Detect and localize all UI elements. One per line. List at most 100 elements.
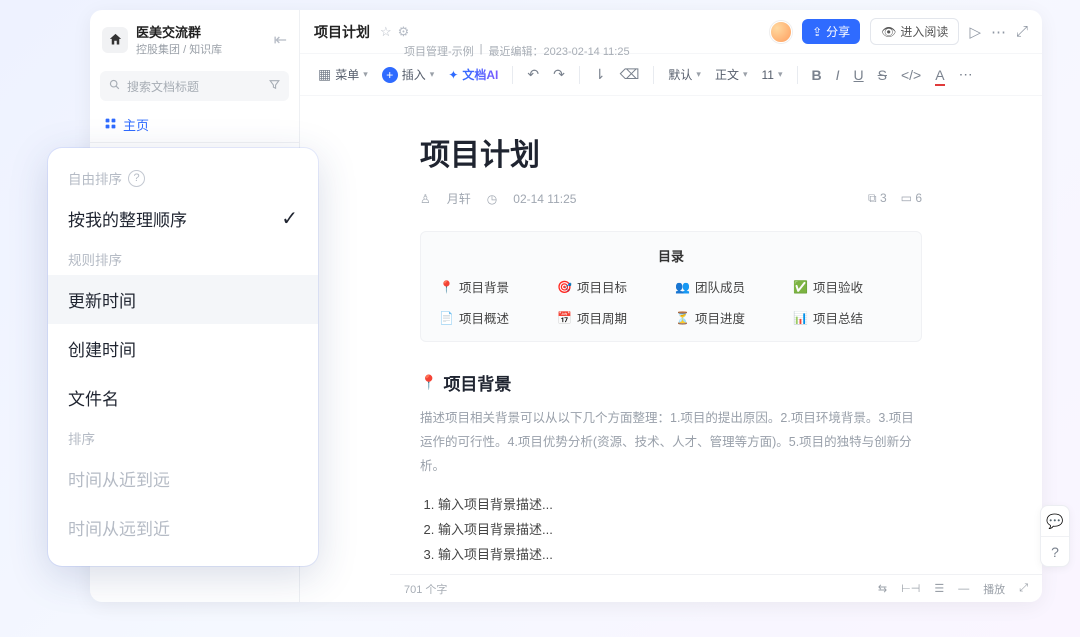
pushpin-icon: 📍	[420, 374, 437, 391]
doc-h1: 项目计划	[420, 130, 922, 174]
menu-button[interactable]: ▦ 菜单▾	[318, 66, 368, 83]
workspace-icon[interactable]	[102, 27, 128, 53]
toc-title: 目录	[439, 246, 903, 265]
sort-option-update-time[interactable]: 更新时间	[48, 275, 318, 324]
list-item[interactable]: 输入项目背景描述...	[438, 544, 922, 563]
toc-item[interactable]: 📄项目概述	[439, 308, 549, 327]
share-button[interactable]: ⇪ 分享	[802, 19, 860, 44]
sort-option-filename[interactable]: 文件名	[48, 373, 318, 422]
font-color-icon[interactable]: A	[935, 67, 944, 83]
separator	[512, 66, 513, 84]
status-expand-icon[interactable]: ⤢	[1019, 582, 1028, 595]
italic-icon[interactable]: I	[836, 67, 840, 83]
copy-icon: ⧉	[868, 191, 877, 205]
more-icon[interactable]: ⋯	[991, 23, 1006, 41]
sort-option-recent-first[interactable]: 时间从近到远	[48, 454, 318, 503]
format-paint-icon[interactable]: ⇂	[594, 66, 606, 83]
book-icon: ▭	[901, 191, 912, 205]
sort-popover: 自由排序 ? 按我的整理顺序 ✓ 规则排序 更新时间 创建时间 文件名 排序 时…	[48, 148, 318, 566]
style-select[interactable]: 默认▾	[668, 66, 701, 83]
search-input[interactable]: 搜索文档标题	[100, 71, 289, 101]
separator	[797, 66, 798, 84]
bold-icon[interactable]: B	[812, 67, 822, 83]
floating-actions: 💬 ?	[1040, 505, 1070, 567]
status-sep: —	[958, 583, 969, 595]
undo-icon[interactable]: ↶	[527, 66, 539, 83]
status-width-icon[interactable]: ⊢⊣	[901, 582, 920, 595]
paragraph-select[interactable]: 正文▾	[715, 66, 748, 83]
popover-group-order: 排序	[48, 422, 318, 454]
clear-format-icon[interactable]: ⌫	[620, 66, 640, 83]
eye-icon: 👁	[881, 25, 896, 39]
code-icon[interactable]: </>	[901, 67, 921, 83]
settings-icon[interactable]: ⚙	[398, 24, 410, 40]
sort-option-oldest-first[interactable]: 时间从远到近	[48, 503, 318, 552]
toc-item[interactable]: ✅项目验收	[793, 277, 903, 296]
list-item[interactable]: 输入项目背景描述...	[438, 494, 922, 513]
toc-item[interactable]: 📍项目背景	[439, 277, 549, 296]
sidebar-header: 医美交流群 控股集团 / 知识库 ⇤	[90, 10, 299, 65]
toolbar-more-icon[interactable]: ⋯	[959, 66, 973, 83]
breadcrumb: 项目管理-示例 | 最近编辑：2023-02-14 11:25	[404, 43, 630, 59]
sort-option-my-order[interactable]: 按我的整理顺序 ✓	[48, 194, 318, 243]
enter-reading-button[interactable]: 👁 进入阅读	[870, 18, 959, 45]
doc-icon: 📄	[439, 311, 454, 325]
chart-icon: 📊	[793, 311, 808, 325]
team-icon: 👥	[675, 280, 690, 294]
calendar-icon: 📅	[557, 311, 572, 325]
redo-icon[interactable]: ↷	[553, 66, 565, 83]
sparkle-icon: ✦	[448, 68, 458, 82]
doc-ai-button[interactable]: ✦ 文档AI	[448, 66, 498, 83]
toc-item[interactable]: 👥团队成员	[675, 277, 785, 296]
plus-icon: +	[382, 67, 398, 83]
help-icon[interactable]: ?	[128, 170, 145, 187]
workspace-title: 医美交流群	[136, 22, 222, 41]
collapse-sidebar-icon[interactable]: ⇤	[274, 30, 287, 50]
page-title: 项目计划	[314, 22, 370, 42]
author-icon: ♙	[420, 192, 431, 206]
toc-grid: 📍项目背景 🎯项目目标 👥团队成员 ✅项目验收 📄项目概述 📅项目周期 ⏳项目进…	[439, 277, 903, 337]
editor-toolbar: ▦ 菜单▾ + 插入▾ ✦ 文档AI ↶ ↷ ⇂ ⌫ 默认▾ 正文▾ 11▾ B…	[300, 54, 1042, 96]
sort-option-create-time[interactable]: 创建时间	[48, 324, 318, 373]
document-body[interactable]: 项目计划 ♙ 月轩 ◷ 02-14 11:25 ⧉ 3 ▭ 6 目录 📍项目背景…	[300, 96, 1042, 602]
doc-time: 02-14 11:25	[513, 192, 576, 206]
popover-group-rule: 规则排序	[48, 243, 318, 275]
fontsize-select[interactable]: 11▾	[762, 68, 783, 82]
target-icon: 🎯	[557, 280, 572, 294]
menu-grid-icon: ▦	[318, 66, 331, 83]
filter-icon[interactable]	[268, 78, 281, 94]
status-translate-icon[interactable]: ⇆	[878, 582, 887, 595]
toc-item[interactable]: 📅项目周期	[557, 308, 667, 327]
help-icon[interactable]: ?	[1041, 536, 1069, 566]
avatar[interactable]	[770, 21, 792, 43]
status-play-label[interactable]: 播放	[983, 581, 1005, 597]
check-icon: ✅	[793, 280, 808, 294]
star-icon[interactable]: ☆	[380, 24, 392, 40]
sidebar-item-home[interactable]: 主页	[90, 107, 299, 142]
expand-icon[interactable]: ⤢	[1016, 23, 1028, 40]
doc-meta: ♙ 月轩 ◷ 02-14 11:25 ⧉ 3 ▭ 6	[420, 190, 922, 207]
status-outline-icon[interactable]: ☰	[934, 582, 944, 595]
share-icon: ⇪	[812, 25, 822, 39]
sidebar-home-label: 主页	[123, 115, 149, 134]
toc-item[interactable]: 🎯项目目标	[557, 277, 667, 296]
workspace-path: 控股集团 / 知识库	[136, 41, 222, 57]
separator	[653, 66, 654, 84]
list-item[interactable]: 输入项目背景描述...	[438, 519, 922, 538]
insert-button[interactable]: + 插入▾	[382, 66, 435, 83]
toc-item[interactable]: ⏳项目进度	[675, 308, 785, 327]
strike-icon[interactable]: S	[878, 67, 887, 83]
popover-group-free: 自由排序 ?	[48, 162, 318, 194]
search-icon	[108, 78, 121, 94]
section-heading: 📍 项目背景	[420, 370, 922, 395]
play-icon[interactable]: ▷	[969, 23, 981, 41]
separator	[579, 66, 580, 84]
grid-icon	[104, 117, 117, 133]
underline-icon[interactable]: U	[854, 67, 864, 83]
section-list[interactable]: 输入项目背景描述... 输入项目背景描述... 输入项目背景描述...	[420, 494, 922, 563]
doc-author: 月轩	[447, 190, 471, 207]
toc-item[interactable]: 📊项目总结	[793, 308, 903, 327]
pin-icon: 📍	[439, 280, 454, 294]
chat-icon[interactable]: 💬	[1041, 506, 1069, 536]
section-description: 描述项目相关背景可以从以下几个方面整理：1.项目的提出原因。2.项目环境背景。3…	[420, 407, 922, 478]
